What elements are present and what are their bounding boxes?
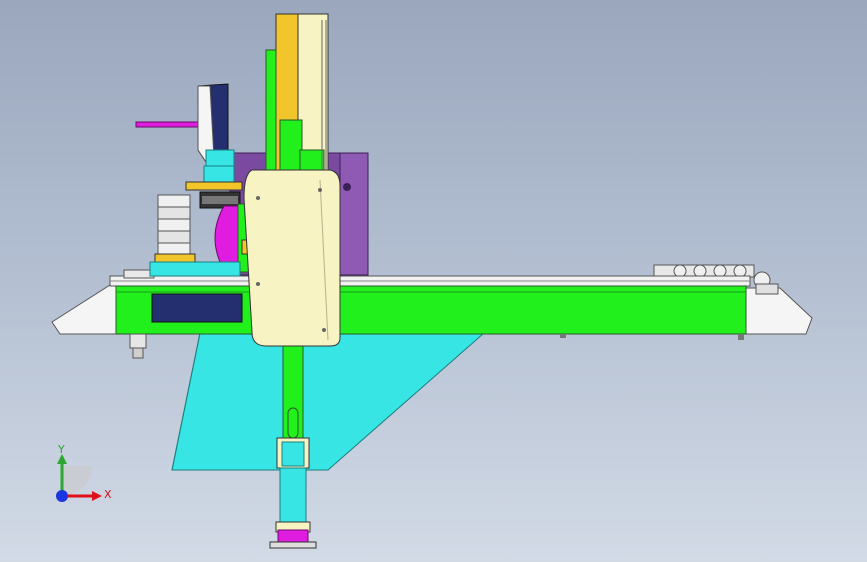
gantry-robot-assembly xyxy=(51,13,813,549)
vertical-column xyxy=(265,13,329,185)
horizontal-beam xyxy=(115,285,747,340)
beam-end-cap-right xyxy=(741,287,813,335)
bottom-cylinder xyxy=(269,437,317,549)
cad-viewport[interactable]: Y X xyxy=(0,0,867,562)
gripper-plate xyxy=(185,181,243,191)
coordinate-triad xyxy=(56,454,102,502)
base-plate xyxy=(171,332,486,471)
y-axis-label: Y xyxy=(58,443,65,456)
gripper-motor xyxy=(135,83,235,185)
carriage-plate xyxy=(243,169,341,347)
vertical-post xyxy=(282,333,304,443)
pneumatic-fitting xyxy=(129,333,147,359)
z-axis-origin xyxy=(56,490,68,502)
x-axis-label: X xyxy=(104,488,112,501)
